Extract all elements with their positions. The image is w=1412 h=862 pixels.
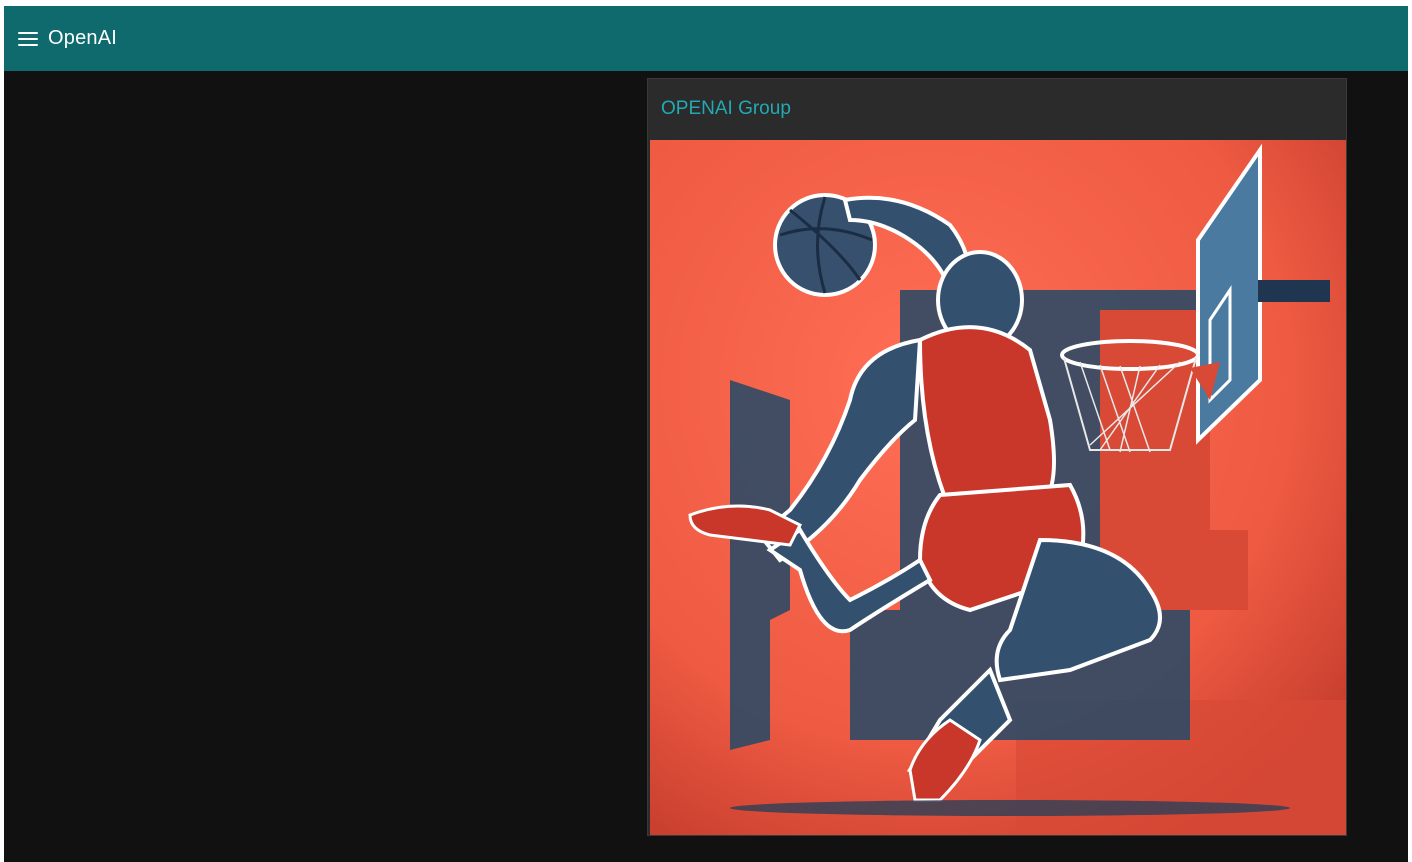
card-title[interactable]: OPENAI Group — [661, 98, 791, 120]
basketball-dunk-illustration — [650, 140, 1346, 835]
menu-icon — [18, 31, 38, 46]
card-header: OPENAI Group — [648, 79, 1346, 139]
app-bar: OpenAI — [4, 6, 1408, 71]
menu-button[interactable] — [8, 19, 48, 59]
card-image[interactable] — [650, 140, 1346, 835]
app-window: OpenAI OPENAI Group — [4, 6, 1408, 862]
group-card[interactable]: OPENAI Group — [647, 78, 1347, 836]
app-title: OpenAI — [48, 27, 118, 49]
